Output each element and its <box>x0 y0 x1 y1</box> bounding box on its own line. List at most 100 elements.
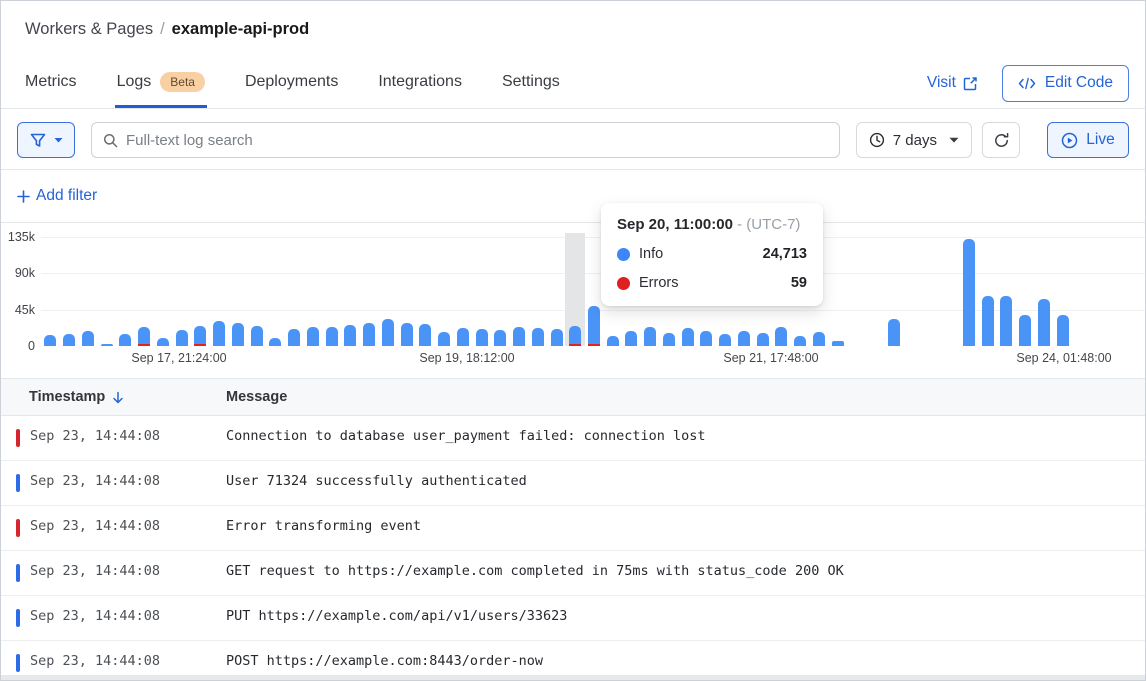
live-button[interactable]: Live <box>1047 122 1129 158</box>
log-volume-bar[interactable] <box>194 326 206 346</box>
log-volume-bar[interactable] <box>1000 296 1012 346</box>
log-timestamp: Sep 23, 14:44:08 <box>30 428 160 444</box>
table-row[interactable]: Sep 23, 14:44:08 GET request to https://… <box>1 551 1145 596</box>
log-timestamp: Sep 23, 14:44:08 <box>30 518 160 534</box>
log-volume-bar[interactable] <box>982 296 994 346</box>
log-volume-bar[interactable] <box>494 330 506 346</box>
log-volume-bar[interactable] <box>963 239 975 346</box>
tooltip-row-info: Info 24,713 <box>617 246 807 262</box>
top-actions: Visit Edit Code <box>927 57 1129 109</box>
log-volume-bar[interactable] <box>663 333 675 346</box>
log-volume-bar[interactable] <box>888 319 900 346</box>
log-volume-bar[interactable] <box>607 336 619 346</box>
gridline <box>41 237 1146 238</box>
tab-metrics[interactable]: Metrics <box>25 56 77 108</box>
log-volume-bar[interactable] <box>401 323 413 346</box>
log-volume-bar[interactable] <box>513 327 525 346</box>
log-volume-bar[interactable] <box>813 332 825 346</box>
table-row[interactable]: Sep 23, 14:44:08 Error transforming even… <box>1 506 1145 551</box>
log-volume-bar[interactable] <box>213 321 225 346</box>
log-volume-bar[interactable] <box>138 327 150 346</box>
log-search-box <box>91 122 840 158</box>
edit-code-button[interactable]: Edit Code <box>1002 65 1129 102</box>
log-level-indicator <box>16 474 20 492</box>
log-level-indicator <box>16 564 20 582</box>
log-volume-bar[interactable] <box>775 327 787 346</box>
log-volume-bar[interactable] <box>625 331 637 346</box>
add-filter-button[interactable]: Add filter <box>17 187 97 205</box>
tab-settings[interactable]: Settings <box>502 56 560 108</box>
filter-menu-button[interactable] <box>17 122 75 158</box>
tooltip-time: Sep 20, 11:00:00 <box>617 216 733 233</box>
add-filter-label: Add filter <box>36 187 97 205</box>
log-volume-bar[interactable] <box>738 331 750 346</box>
log-volume-bar[interactable] <box>757 333 769 346</box>
log-volume-bar[interactable] <box>700 331 712 346</box>
search-input[interactable] <box>126 132 828 149</box>
log-volume-bar[interactable] <box>251 326 263 346</box>
errors-dot-icon <box>617 277 630 290</box>
log-volume-bar[interactable] <box>232 323 244 346</box>
log-volume-bar[interactable] <box>1057 315 1069 346</box>
log-volume-bar[interactable] <box>588 306 600 346</box>
tooltip-header: Sep 20, 11:00:00 - (UTC-7) <box>617 216 807 233</box>
beta-badge: Beta <box>160 72 205 92</box>
tab-deployments[interactable]: Deployments <box>245 56 338 108</box>
tooltip-series-value: 59 <box>791 275 807 291</box>
log-volume-bar[interactable] <box>382 319 394 346</box>
log-volume-bar[interactable] <box>44 335 56 346</box>
log-volume-bar[interactable] <box>794 336 806 346</box>
log-table-header: Timestamp Message <box>1 378 1145 416</box>
log-volume-bar[interactable] <box>1019 315 1031 346</box>
log-volume-bar[interactable] <box>569 326 581 346</box>
log-volume-bar[interactable] <box>157 338 169 346</box>
visit-label: Visit <box>927 74 956 92</box>
log-volume-bar[interactable] <box>176 330 188 346</box>
log-volume-bar[interactable] <box>644 327 656 346</box>
table-row[interactable]: Sep 23, 14:44:08 Connection to database … <box>1 416 1145 461</box>
tab-integrations[interactable]: Integrations <box>378 56 462 108</box>
log-volume-bar[interactable] <box>532 328 544 346</box>
tooltip-row-errors: Errors 59 <box>617 275 807 291</box>
external-link-icon <box>963 76 978 91</box>
clock-icon <box>869 132 885 148</box>
log-volume-bar[interactable] <box>344 325 356 346</box>
log-volume-bar[interactable] <box>551 329 563 346</box>
table-row[interactable]: Sep 23, 14:44:08 PUT https://example.com… <box>1 596 1145 641</box>
log-volume-bar[interactable] <box>682 328 694 346</box>
chevron-down-icon <box>54 137 63 143</box>
tab-logs[interactable]: Logs Beta <box>117 56 205 108</box>
log-volume-bar[interactable] <box>363 323 375 346</box>
log-volume-bar[interactable] <box>419 324 431 346</box>
log-message: PUT https://example.com/api/v1/users/336… <box>226 608 567 624</box>
workers-logs-page: Workers & Pages/example-api-prod Metrics… <box>0 0 1146 681</box>
log-volume-bar[interactable] <box>326 327 338 346</box>
log-volume-bar[interactable] <box>269 338 281 346</box>
timestamp-header-label: Timestamp <box>29 389 105 405</box>
tab-label: Deployments <box>245 73 338 91</box>
log-volume-bar[interactable] <box>1038 299 1050 346</box>
log-volume-bar[interactable] <box>832 341 844 346</box>
page-bottom-edge <box>1 675 1145 680</box>
log-volume-bar[interactable] <box>476 329 488 346</box>
log-volume-bar[interactable] <box>307 327 319 346</box>
refresh-button[interactable] <box>982 122 1020 158</box>
log-volume-bar[interactable] <box>82 331 94 346</box>
x-axis-tick-label: Sep 21, 17:48:00 <box>723 351 818 365</box>
log-volume-bar[interactable] <box>288 329 300 346</box>
log-volume-bar[interactable] <box>457 328 469 346</box>
log-volume-chart: 135k90k45k0Sep 17, 21:24:00Sep 19, 18:12… <box>1 223 1146 375</box>
breadcrumb-parent[interactable]: Workers & Pages <box>25 20 153 38</box>
timestamp-column-header[interactable]: Timestamp <box>29 379 124 415</box>
log-volume-bar[interactable] <box>63 334 75 346</box>
log-volume-bar[interactable] <box>119 334 131 346</box>
table-row[interactable]: Sep 23, 14:44:08 User 71324 successfully… <box>1 461 1145 506</box>
error-segment <box>194 344 206 346</box>
log-timestamp: Sep 23, 14:44:08 <box>30 473 160 489</box>
time-range-dropdown[interactable]: 7 days <box>856 122 972 158</box>
edit-code-label: Edit Code <box>1045 74 1113 92</box>
visit-link[interactable]: Visit <box>927 74 978 92</box>
log-volume-bar[interactable] <box>438 332 450 346</box>
log-volume-bar[interactable] <box>719 334 731 346</box>
log-volume-bar[interactable] <box>101 344 113 346</box>
